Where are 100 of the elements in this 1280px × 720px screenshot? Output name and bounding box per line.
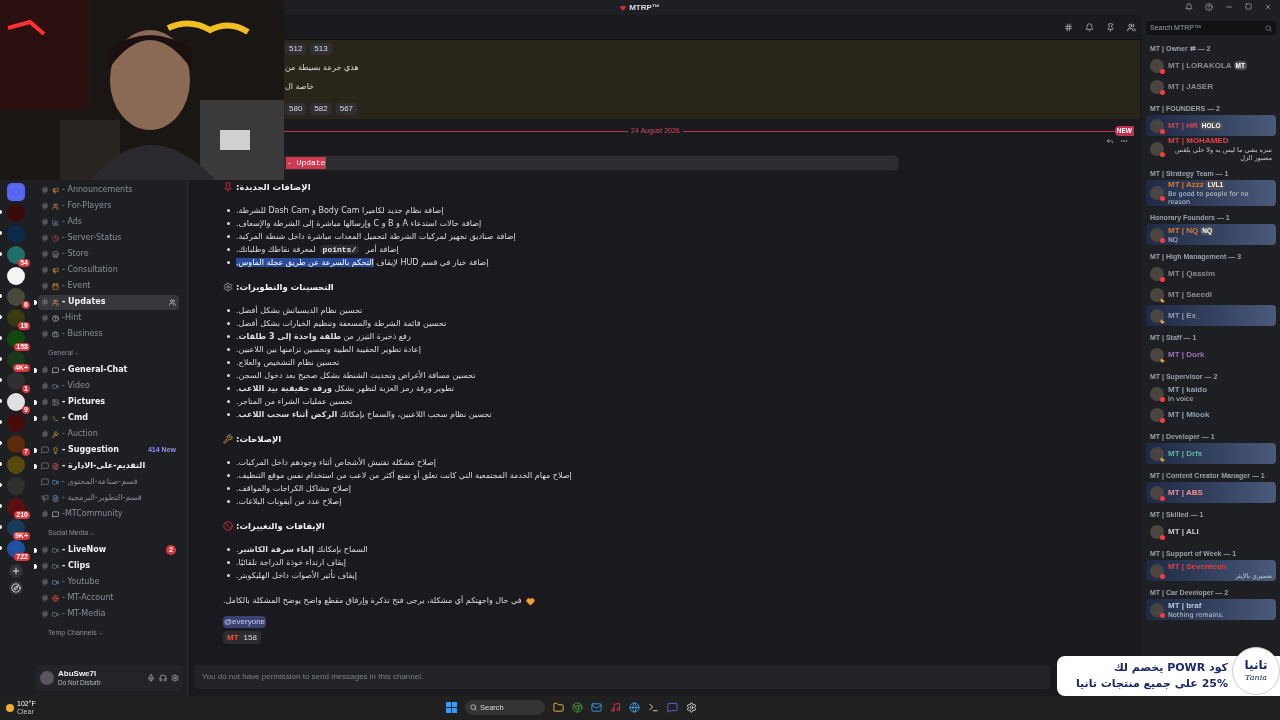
channel-item[interactable]: - Business — [38, 326, 179, 342]
bullet-icon — [227, 400, 230, 403]
hash-icon — [41, 578, 49, 586]
channel-item[interactable]: - MT-Media — [38, 606, 179, 622]
video-icon — [52, 610, 59, 618]
start-icon[interactable] — [446, 702, 457, 713]
more-icon[interactable] — [1120, 137, 1128, 145]
chat-app-icon[interactable] — [667, 702, 678, 713]
channel-item[interactable]: - Video — [38, 378, 179, 394]
hash-icon — [41, 414, 49, 422]
briefcase-icon — [52, 330, 59, 338]
list-text: السماح بإمكانك إلغاء سرقة الكاشير. — [236, 544, 368, 554]
mention[interactable]: @everyone — [223, 616, 267, 628]
lightbulb-icon — [52, 446, 59, 454]
member-item[interactable]: MT | ALI — [1146, 521, 1276, 542]
members-icon[interactable] — [1127, 22, 1136, 32]
headphones-icon[interactable] — [159, 674, 167, 682]
heart-icon — [525, 596, 535, 606]
bullet-icon — [227, 322, 230, 325]
server-icon[interactable] — [7, 393, 25, 411]
channel-item[interactable]: - Auction — [38, 426, 179, 442]
add-server-icon[interactable] — [9, 564, 23, 578]
notification-icon[interactable] — [1085, 22, 1094, 32]
bullet-icon — [227, 222, 230, 225]
avatar — [1150, 287, 1164, 302]
member-name: MT | ABS — [1168, 487, 1203, 498]
hash-icon — [41, 266, 49, 274]
add-member-icon[interactable] — [169, 298, 176, 306]
avatar — [1150, 407, 1164, 422]
avatar — [1150, 118, 1164, 133]
close-icon[interactable] — [1264, 3, 1272, 11]
globe-icon[interactable] — [629, 702, 640, 713]
channel-item[interactable]: - قسم-صناعة-المحتوى — [38, 474, 179, 490]
channel-item[interactable]: - التقديم-على-الادارة — [38, 458, 179, 474]
reaction-count[interactable]: 582 — [310, 103, 332, 115]
forward-icon[interactable] — [1106, 137, 1114, 145]
channel-item[interactable]: - Consultation — [38, 262, 179, 278]
window-title: MTRP™ — [629, 1, 660, 14]
channel-item[interactable]: - Announcements — [38, 182, 179, 198]
member-item[interactable]: MT | Qassim — [1146, 263, 1276, 284]
channel-item[interactable]: - MT-Account — [38, 590, 179, 606]
channel-item[interactable]: -MTCommunity — [38, 506, 179, 522]
pin-icon[interactable] — [1106, 22, 1115, 32]
help-icon[interactable] — [1205, 3, 1213, 11]
browser-icon[interactable] — [572, 702, 583, 713]
settings-icon[interactable] — [686, 702, 697, 713]
hash-icon — [41, 298, 49, 306]
channel-item[interactable]: - Server-Status — [38, 230, 179, 246]
member-item[interactable]: MT | Saeedi — [1146, 284, 1276, 305]
channel-item[interactable]: - Cmd — [38, 410, 179, 426]
member-item[interactable]: MT | JASER — [1146, 76, 1276, 97]
channel-item[interactable]: - Updates — [38, 294, 179, 310]
server-icon[interactable] — [7, 267, 25, 285]
member-item[interactable]: MT | Dork — [1146, 344, 1276, 365]
list-text: إضافة حالات استدعاء A و B و C وإرسالها مباشرة إلى الشرطة والإسعاف. — [236, 218, 482, 228]
channel-item[interactable]: - قسم-التطوير-البرمجية — [38, 490, 179, 506]
member-item[interactable]: MT | ABS — [1146, 482, 1276, 503]
inbox-icon[interactable] — [1185, 3, 1193, 11]
channel-item[interactable]: - General-Chat — [38, 362, 179, 378]
chevron-icon — [89, 530, 96, 537]
search-icon — [470, 704, 477, 711]
reaction-count[interactable]: 513 — [310, 43, 332, 55]
member-name: MT | Qassim — [1168, 268, 1216, 279]
member-item[interactable]: MT | Drfx — [1146, 443, 1276, 464]
terminal-icon[interactable] — [648, 702, 659, 713]
microphone-icon[interactable] — [147, 674, 155, 682]
threads-icon[interactable] — [1064, 22, 1073, 32]
list-text: لمعرفة نقاطك وطلباتك. — [236, 244, 316, 254]
discover-icon[interactable] — [9, 581, 23, 595]
message-input[interactable]: You do not have permission to send messages in this channel. — [194, 665, 1050, 689]
forum-icon — [41, 446, 49, 454]
member-item[interactable]: MT | Mlook — [1146, 404, 1276, 425]
bullet-icon — [227, 209, 230, 212]
reaction-count[interactable]: 580 — [285, 103, 307, 115]
maximize-icon[interactable] — [1245, 3, 1252, 10]
mail-icon[interactable] — [591, 702, 602, 713]
reaction-count[interactable]: 567 — [335, 103, 358, 115]
list-text: إضافة صناديق تجهيز لمركبات الشرطة لتحميل المعدات مباشرة داخل شنطة المركبة. — [236, 231, 516, 241]
gear-icon — [223, 282, 233, 292]
channel-item[interactable]: - Event — [38, 278, 179, 294]
channel-item[interactable]: -Hint — [38, 310, 179, 326]
hash-icon — [41, 594, 49, 602]
input-placeholder: You do not have permission to send messages in this channel. — [202, 671, 424, 683]
channel-item[interactable]: - For-Players — [38, 198, 179, 214]
list-text: إصلاح عدد من أيقونات البلاغات. — [236, 496, 342, 506]
channel-item[interactable]: - Youtube — [38, 574, 179, 590]
channel-item[interactable]: - Store — [38, 246, 179, 262]
channel-item[interactable]: - Pictures — [38, 394, 179, 410]
reaction-count[interactable]: 512 — [285, 43, 307, 55]
music-icon[interactable] — [610, 702, 621, 713]
member-item[interactable]: MT | Ex_ — [1146, 305, 1276, 326]
folder-icon[interactable] — [553, 702, 564, 713]
channel-item[interactable]: - Ads — [38, 214, 179, 230]
reaction[interactable]: MT 158 — [223, 631, 261, 644]
settings-icon[interactable] — [171, 674, 179, 682]
channel-item[interactable]: - Clips — [38, 558, 179, 574]
bullet-icon — [227, 248, 230, 251]
forum-icon — [41, 478, 49, 486]
megaphone-icon — [41, 494, 49, 502]
avatar — [1150, 446, 1164, 461]
